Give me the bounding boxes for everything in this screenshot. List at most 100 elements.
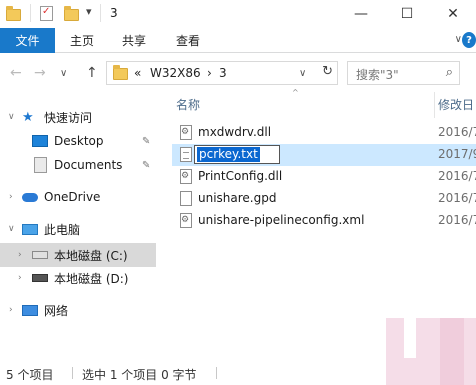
drive-icon [32, 274, 48, 282]
back-button[interactable]: ← [10, 65, 22, 81]
item-count: 5 个项目 [6, 368, 54, 382]
file-icon [180, 191, 192, 206]
watermark-shape [404, 318, 416, 358]
breadcrumb-w32x86[interactable]: W32X86 [150, 66, 201, 80]
address-row: ← → ∨ ↑ « W32X86 › 3 ∨ ↻ 搜索"3" ⌕ [0, 54, 476, 90]
rename-text: pcrkey.txt [197, 147, 260, 162]
new-folder-icon[interactable] [64, 6, 79, 21]
sidebar-item-label: 网络 [44, 303, 69, 318]
title-separator [100, 4, 101, 22]
tab-file[interactable]: 文件 [0, 28, 55, 53]
address-bar[interactable]: « W32X86 › 3 ∨ ↻ [106, 61, 338, 85]
navigation-pane: ∨ ★ 快速访问 Desktop ✎ Documents ✎ › OneDriv… [0, 92, 156, 358]
recent-locations-button[interactable]: ∨ [60, 68, 67, 79]
sidebar-item-label: Desktop [54, 134, 104, 148]
star-icon: ★ [22, 109, 34, 125]
file-row[interactable]: PrintConfig.dll 2016/7 [172, 166, 476, 188]
file-date: 2017/9 [438, 147, 476, 161]
sidebar-item-label: 本地磁盘 (C:) [54, 248, 128, 263]
file-row[interactable]: unishare.gpd 2016/7 [172, 188, 476, 210]
file-name: unishare.gpd [198, 191, 277, 205]
expand-caret-icon[interactable]: › [9, 305, 13, 315]
file-date: 2016/7 [438, 213, 476, 227]
sidebar-item-quick-access[interactable]: ∨ ★ 快速访问 [0, 106, 156, 128]
sidebar-item-label: Documents [54, 158, 123, 172]
computer-icon [22, 223, 38, 235]
file-row[interactable]: mxdwdrv.dll 2016/7 [172, 122, 476, 144]
watermark [322, 318, 476, 385]
network-icon [22, 304, 38, 316]
up-button[interactable]: ↑ [86, 65, 98, 81]
file-name: unishare-pipelineconfig.xml [198, 213, 365, 227]
sidebar-item-label: 本地磁盘 (D:) [54, 271, 129, 286]
title-bar: ✓ ▾ 3 — ☐ ✕ [0, 0, 476, 28]
sort-ascending-icon: ^ [292, 88, 299, 97]
tab-view[interactable]: 查看 [176, 28, 200, 53]
forward-button[interactable]: → [34, 65, 46, 81]
text-file-icon [180, 147, 192, 162]
sidebar-item-desktop[interactable]: Desktop ✎ [0, 130, 156, 152]
watermark-shape [440, 318, 464, 385]
ribbon-expand-icon[interactable]: ∨ [455, 34, 462, 45]
window-title: 3 [110, 6, 118, 20]
dll-file-icon [180, 169, 192, 184]
drive-icon [32, 251, 48, 259]
address-dropdown-icon[interactable]: ∨ [299, 68, 306, 79]
pin-icon[interactable]: ✎ [142, 136, 150, 147]
expanded-caret-icon[interactable]: ∨ [8, 224, 15, 234]
close-button[interactable]: ✕ [430, 0, 476, 28]
tab-share[interactable]: 共享 [122, 28, 146, 53]
search-input[interactable]: 搜索"3" ⌕ [347, 61, 460, 85]
column-header-name[interactable]: 名称 [176, 96, 200, 113]
expanded-caret-icon[interactable]: ∨ [8, 112, 15, 122]
expand-caret-icon[interactable]: › [18, 273, 22, 283]
sidebar-item-this-pc[interactable]: ∨ 此电脑 [0, 218, 156, 240]
file-row[interactable]: unishare-pipelineconfig.xml 2016/7 [172, 210, 476, 232]
refresh-icon[interactable]: ↻ [322, 64, 333, 79]
minimize-button[interactable]: — [338, 0, 384, 28]
documents-icon [34, 157, 47, 173]
status-separator [216, 367, 217, 379]
xml-file-icon [180, 213, 192, 228]
sidebar-item-onedrive[interactable]: › OneDrive [0, 186, 156, 208]
status-separator [72, 367, 73, 379]
pin-icon[interactable]: ✎ [142, 160, 150, 171]
desktop-icon [32, 135, 48, 147]
quick-access-dropdown[interactable]: ▾ [86, 5, 92, 18]
maximize-button[interactable]: ☐ [384, 0, 430, 28]
title-separator [30, 4, 31, 22]
watermark-shape [322, 318, 386, 385]
file-row-selected[interactable]: pcrkey.txt 2017/9 [172, 144, 476, 166]
breadcrumb-overflow[interactable]: « [134, 66, 141, 80]
file-date: 2016/7 [438, 125, 476, 139]
properties-icon[interactable]: ✓ [40, 6, 53, 21]
file-date: 2016/7 [438, 191, 476, 205]
sidebar-item-label: OneDrive [44, 190, 101, 204]
onedrive-icon [22, 192, 38, 202]
sidebar-item-network[interactable]: › 网络 [0, 299, 156, 321]
expand-caret-icon[interactable]: › [18, 250, 22, 260]
column-header-modified[interactable]: 修改日 [438, 96, 474, 113]
rename-input[interactable]: pcrkey.txt [194, 145, 280, 164]
column-divider[interactable] [434, 92, 435, 118]
dll-file-icon [180, 125, 192, 140]
sidebar-item-label: 此电脑 [44, 222, 81, 237]
sidebar-item-label: 快速访问 [44, 110, 93, 125]
file-date: 2016/7 [438, 169, 476, 183]
tab-home[interactable]: 主页 [70, 28, 94, 53]
file-name: PrintConfig.dll [198, 169, 283, 183]
search-icon[interactable]: ⌕ [446, 65, 453, 80]
sidebar-item-drive-c[interactable]: › 本地磁盘 (C:) [0, 243, 156, 267]
ribbon: 文件 主页 共享 查看 ∨ ? [0, 28, 476, 53]
breadcrumb-separator[interactable]: › [207, 66, 212, 80]
help-icon[interactable]: ? [462, 32, 476, 48]
file-name: mxdwdrv.dll [198, 125, 272, 139]
selection-info: 选中 1 个项目 0 字节 [82, 368, 197, 382]
folder-icon [6, 6, 21, 21]
sidebar-item-drive-d[interactable]: › 本地磁盘 (D:) [0, 267, 156, 289]
sidebar-item-documents[interactable]: Documents ✎ [0, 154, 156, 176]
expand-caret-icon[interactable]: › [9, 192, 13, 202]
search-placeholder: 搜索"3" [356, 68, 399, 82]
breadcrumb-3[interactable]: 3 [219, 66, 227, 80]
folder-icon [113, 65, 128, 80]
